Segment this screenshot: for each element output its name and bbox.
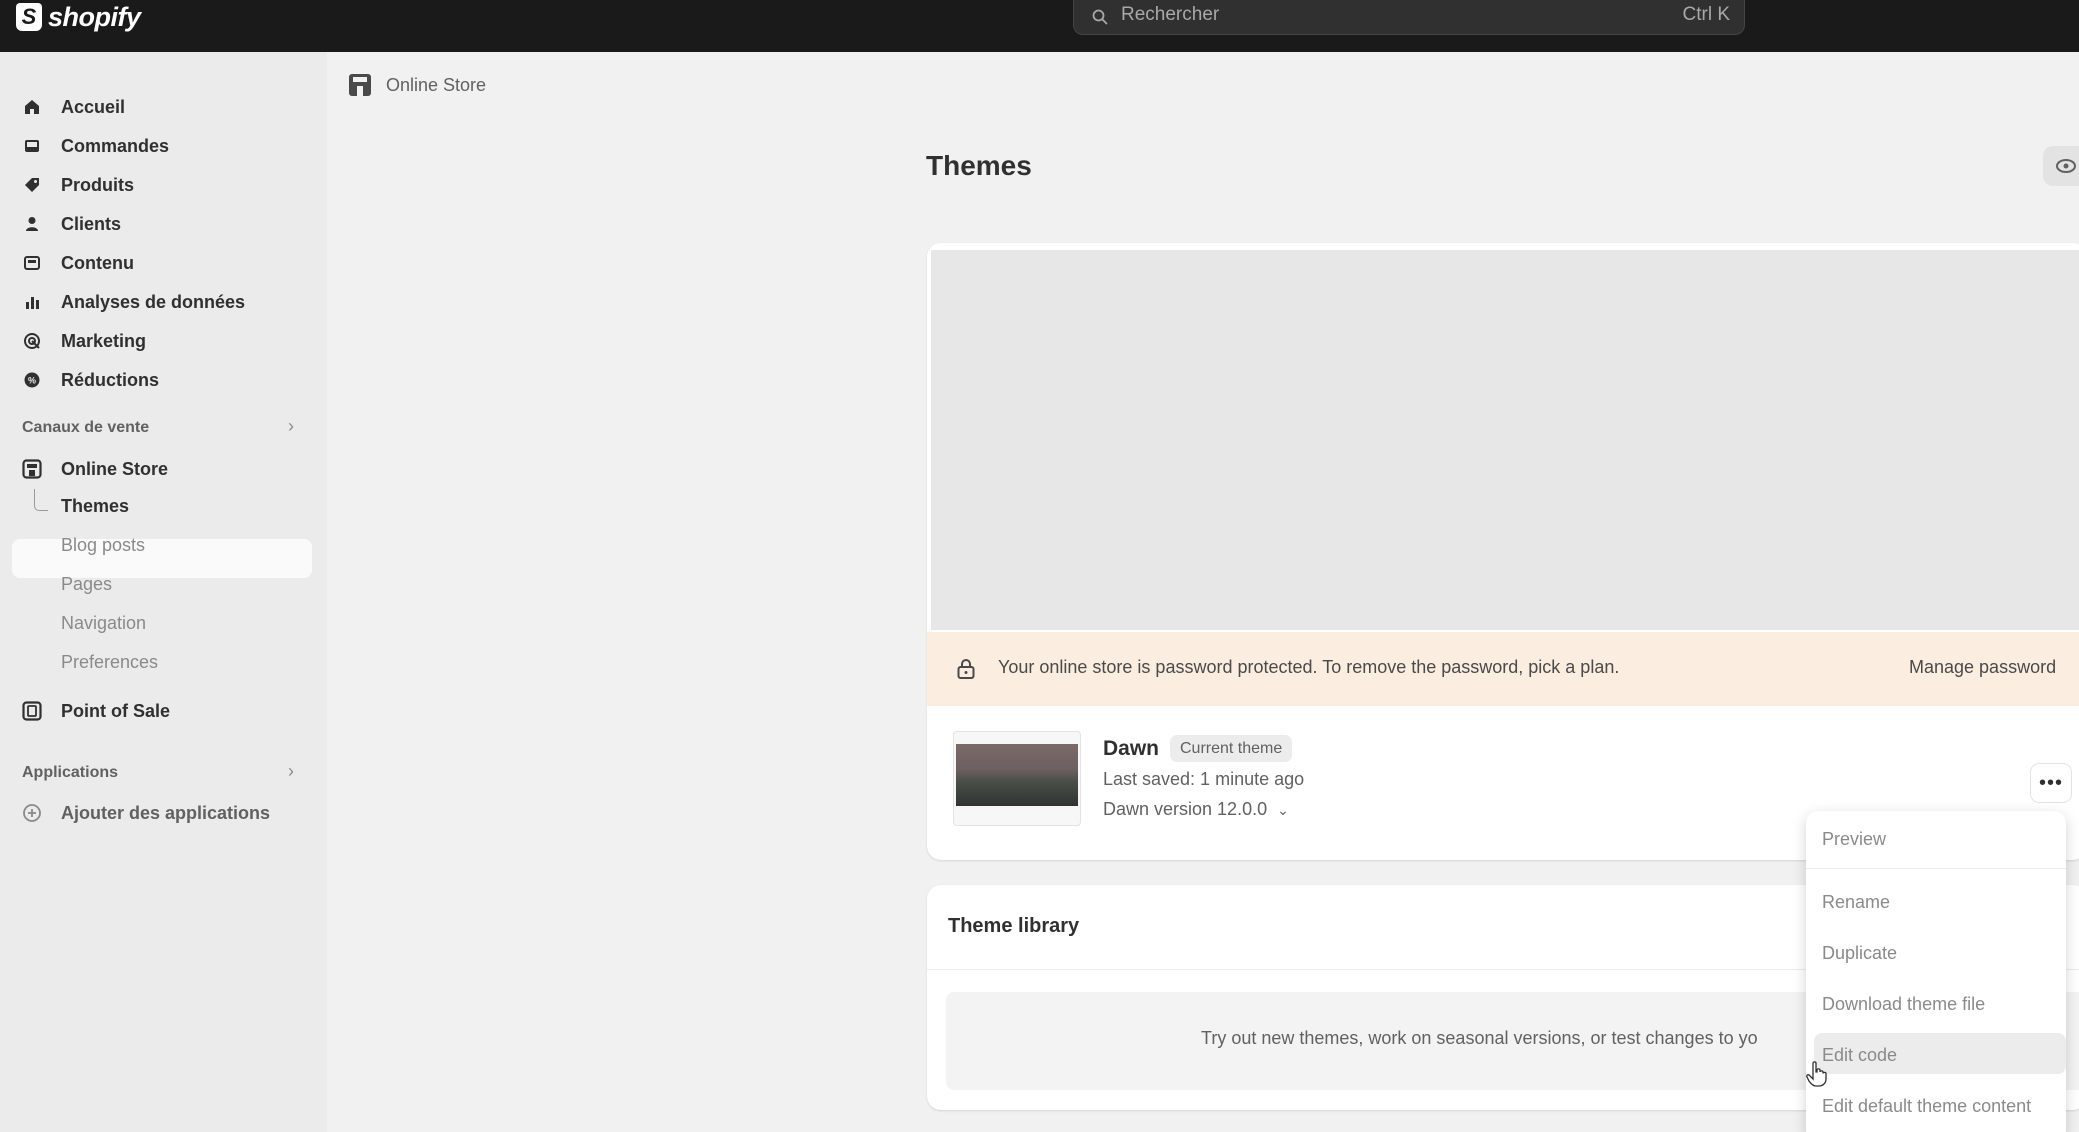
sidebar-item-label: Online Store <box>61 458 169 479</box>
add-apps-link[interactable]: Ajouter des applications <box>22 798 270 828</box>
logo-text: shopify <box>48 1 141 32</box>
hand-cursor-icon <box>1806 1061 1827 1087</box>
content-icon <box>22 253 42 273</box>
sidebar-item-commandes[interactable]: Commandes <box>22 131 169 161</box>
bar-chart-icon <box>22 292 42 312</box>
more-actions-button[interactable]: ••• <box>2031 764 2071 802</box>
chevron-down-icon: ⌄ <box>1277 802 1289 818</box>
sidebar-item-accueil[interactable]: Accueil <box>22 92 125 122</box>
sidebar-subitem-themes[interactable]: Themes <box>61 496 129 517</box>
theme-version-text: Dawn version 12.0.0 <box>1103 799 1268 819</box>
top-bar: S shopify Rechercher Ctrl K <box>0 0 2079 52</box>
home-icon <box>22 97 42 117</box>
view-store-button[interactable] <box>2043 146 2079 186</box>
add-apps-label: Ajouter des applications <box>61 802 271 823</box>
search-icon <box>1092 9 1108 25</box>
current-theme-card: Your online store is password protected.… <box>927 243 2079 860</box>
eye-icon <box>2056 159 2076 173</box>
applications-heading: Applications <box>22 764 119 781</box>
menu-item-preview[interactable]: Preview <box>1822 829 1886 850</box>
manage-password-link[interactable]: Manage password <box>1909 657 2056 678</box>
store-icon <box>349 74 371 96</box>
sidebar-item-label: Point of Sale <box>61 700 171 721</box>
sidebar: Accueil Commandes Produits Clients Conte… <box>0 52 327 1132</box>
tag-icon <box>22 175 42 195</box>
sidebar-item-online-store[interactable]: Online Store <box>22 454 168 484</box>
active-item-highlight <box>12 539 312 578</box>
sidebar-item-label: Commandes <box>61 135 170 156</box>
sidebar-item-label: Marketing <box>61 330 147 351</box>
breadcrumb-label: Online Store <box>386 74 487 95</box>
sidebar-subitem-navigation[interactable]: Navigation <box>61 613 146 634</box>
theme-library-title: Theme library <box>948 915 1080 937</box>
sidebar-item-clients[interactable]: Clients <box>22 209 121 239</box>
page-title: Themes <box>926 150 1032 181</box>
search-placeholder: Rechercher <box>1121 4 1220 25</box>
svg-text:%: % <box>28 376 36 386</box>
sales-channels-heading: Canaux de vente <box>22 419 150 436</box>
menu-item-rename[interactable]: Rename <box>1822 892 1890 913</box>
sidebar-item-label: Réductions <box>61 369 160 390</box>
shopify-logo[interactable]: S shopify <box>16 2 141 32</box>
menu-item-download-theme-file[interactable]: Download theme file <box>1822 994 1985 1015</box>
sidebar-item-produits[interactable]: Produits <box>22 170 134 200</box>
password-banner-text: Your online store is password protected.… <box>998 657 1620 677</box>
sidebar-item-label: Accueil <box>61 96 126 117</box>
theme-preview-area[interactable] <box>931 250 2079 630</box>
sidebar-item-marketing[interactable]: Marketing <box>22 326 146 356</box>
sidebar-item-reductions[interactable]: % Réductions <box>22 365 159 395</box>
sidebar-item-contenu[interactable]: Contenu <box>22 248 134 278</box>
search-shortcut: Ctrl K <box>1682 4 1731 25</box>
inbox-icon <box>22 136 42 156</box>
sidebar-item-label: Produits <box>61 174 135 195</box>
sidebar-subitem-preferences[interactable]: Preferences <box>61 652 158 673</box>
menu-item-edit-code[interactable]: Edit code <box>1822 1045 1897 1066</box>
menu-item-edit-default-theme-content[interactable]: Edit default theme content <box>1822 1096 2031 1117</box>
breadcrumb[interactable]: Online Store <box>348 70 486 100</box>
search-input[interactable]: Rechercher Ctrl K <box>1073 0 1745 35</box>
theme-library-empty-text: Try out new themes, work on seasonal ver… <box>1201 1028 1758 1048</box>
target-icon <box>22 331 42 351</box>
sidebar-item-label: Contenu <box>61 252 134 273</box>
sidebar-item-analyses[interactable]: Analyses de données <box>22 287 245 317</box>
person-icon <box>22 214 42 234</box>
theme-thumbnail <box>953 731 1081 826</box>
last-saved-text: Last saved: 1 minute ago <box>1103 769 1305 789</box>
menu-divider <box>1806 868 2066 869</box>
tree-connector <box>34 489 48 511</box>
shopify-bag-icon: S <box>16 3 42 31</box>
chevron-right-icon[interactable]: › <box>288 761 294 782</box>
store-icon <box>22 459 42 479</box>
menu-item-duplicate[interactable]: Duplicate <box>1822 943 1897 964</box>
theme-version-select[interactable]: Dawn version 12.0.0 ⌄ <box>1103 799 1289 820</box>
sidebar-subitem-pages[interactable]: Pages <box>61 574 112 595</box>
current-theme-badge: Current theme <box>1170 735 1293 762</box>
theme-thumbnail-image <box>956 744 1078 806</box>
theme-name: Dawn <box>1103 737 1160 760</box>
chevron-right-icon[interactable]: › <box>288 416 294 437</box>
theme-actions-menu: Preview Rename Duplicate Download theme … <box>1806 811 2066 1132</box>
password-banner: Your online store is password protected.… <box>927 632 2079 706</box>
sidebar-item-label: Analyses de données <box>61 291 246 312</box>
discount-icon: % <box>22 370 42 390</box>
lock-icon <box>957 659 975 679</box>
plus-circle-icon <box>22 803 42 823</box>
sidebar-item-point-of-sale[interactable]: Point of Sale <box>22 696 170 726</box>
sidebar-subitem-blog-posts[interactable]: Blog posts <box>61 535 145 556</box>
sidebar-item-label: Clients <box>61 213 122 234</box>
pos-icon <box>22 701 42 721</box>
